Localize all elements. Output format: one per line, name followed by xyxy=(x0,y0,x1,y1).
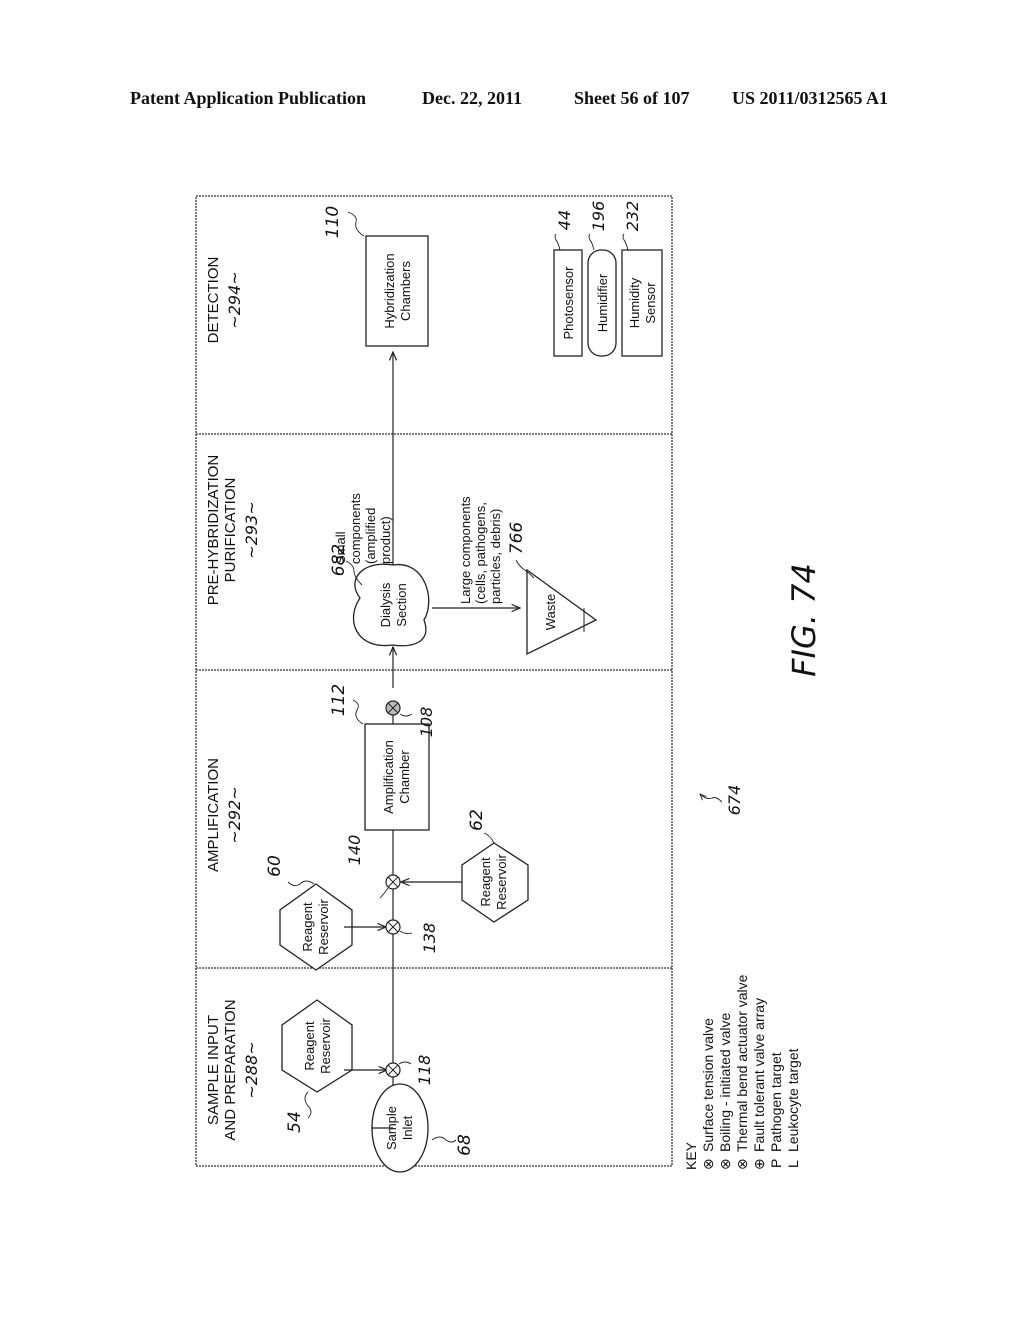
svg-text:Reservoir: Reservoir xyxy=(318,1018,333,1074)
svg-text:KEY: KEY xyxy=(683,1141,699,1170)
svg-text:Section: Section xyxy=(394,583,409,626)
svg-text:Large components: Large components xyxy=(458,496,473,604)
svg-text:Boiling - initiated valve: Boiling - initiated valve xyxy=(717,1012,733,1152)
svg-text:Photosensor: Photosensor xyxy=(561,266,576,340)
svg-text:Chambers: Chambers xyxy=(398,261,413,321)
svg-text:232: 232 xyxy=(623,201,642,232)
svg-text:DETECTION: DETECTION xyxy=(205,257,222,344)
key-item-fault-tolerant: ⊕ Fault tolerant valve array xyxy=(751,998,767,1170)
valve-138: 138 xyxy=(385,919,439,954)
svg-text:~294~: ~294~ xyxy=(225,271,244,328)
svg-text:Reagent: Reagent xyxy=(478,857,493,907)
svg-text:60: 60 xyxy=(265,855,285,877)
svg-text:118: 118 xyxy=(415,1055,434,1086)
svg-text:Fault tolerant valve array: Fault tolerant valve array xyxy=(751,998,767,1152)
svg-text:140: 140 xyxy=(345,835,364,866)
stage-amplification: AMPLIFICATION ~292~ xyxy=(205,758,244,872)
svg-text:Thermal bend actuator valve: Thermal bend actuator valve xyxy=(734,974,750,1152)
reagent-reservoir-54: Reagent Reservoir 54 xyxy=(281,999,353,1133)
photosensor: Photosensor 44 xyxy=(553,210,583,357)
humidifier: Humidifier 196 xyxy=(587,201,617,357)
hybridization-chambers: Hybridization Chambers 110 xyxy=(323,206,429,347)
svg-text:Humidifier: Humidifier xyxy=(595,273,610,332)
humidity-sensor: Humidity Sensor 232 xyxy=(621,201,663,357)
svg-text:Reservoir: Reservoir xyxy=(494,854,509,910)
key-item-pathogen-target: P Pathogen target xyxy=(768,1052,784,1168)
svg-text:⊗: ⊗ xyxy=(734,1158,750,1170)
svg-text:54: 54 xyxy=(285,1111,305,1133)
svg-text:PRE-HYBRIDIZATION: PRE-HYBRIDIZATION xyxy=(205,455,222,606)
svg-text:AMPLIFICATION: AMPLIFICATION xyxy=(205,758,222,872)
svg-text:196: 196 xyxy=(589,201,608,232)
svg-text:Chamber: Chamber xyxy=(397,750,412,804)
svg-text:110: 110 xyxy=(323,206,343,238)
svg-text:L: L xyxy=(785,1160,801,1168)
svg-text:(cells, pathogens,: (cells, pathogens, xyxy=(473,502,488,604)
svg-text:P: P xyxy=(768,1159,784,1168)
figure-ref-674: 674 xyxy=(700,785,744,816)
large-components-note: Large components (cells, pathogens, part… xyxy=(458,496,503,604)
stage-purification: PRE-HYBRIDIZATION PURIFICATION ~293~ xyxy=(205,455,261,606)
figure-74-diagram: SAMPLE INPUT AND PREPARATION ~288~ AMPLI… xyxy=(195,195,823,1173)
svg-text:Inlet: Inlet xyxy=(400,1115,415,1140)
valve-140: 140 xyxy=(345,835,401,899)
svg-text:44: 44 xyxy=(555,210,574,230)
svg-text:674: 674 xyxy=(725,785,744,816)
svg-text:Waste: Waste xyxy=(543,594,558,630)
svg-text:~292~: ~292~ xyxy=(225,786,244,843)
svg-text:⊗: ⊗ xyxy=(700,1158,716,1170)
amplification-chamber: Amplification Chamber 112 xyxy=(329,684,430,831)
svg-text:particles, debris): particles, debris) xyxy=(488,509,503,604)
svg-text:Dialysis: Dialysis xyxy=(378,582,393,627)
key-item-leukocyte-target: L Leukocyte target xyxy=(785,1048,801,1168)
small-components-note: Small components (amplified product) xyxy=(333,493,393,564)
svg-text:Reservoir: Reservoir xyxy=(316,899,331,955)
svg-text:Surface tension valve: Surface tension valve xyxy=(700,1018,716,1152)
svg-text:Reagent: Reagent xyxy=(300,902,315,952)
stage-detection: DETECTION ~294~ xyxy=(205,257,244,344)
svg-text:Humidity: Humidity xyxy=(627,277,642,328)
svg-text:Hybridization: Hybridization xyxy=(382,253,397,328)
waste: Waste 766 xyxy=(507,522,598,656)
svg-text:product): product) xyxy=(378,516,393,564)
stage-sample-input: SAMPLE INPUT AND PREPARATION ~288~ xyxy=(205,999,261,1140)
svg-text:⊕: ⊕ xyxy=(751,1158,767,1170)
svg-text:Small: Small xyxy=(333,531,348,564)
svg-text:~288~: ~288~ xyxy=(242,1041,261,1098)
key-item-thermal-bend: ⊗ Thermal bend actuator valve xyxy=(734,974,750,1170)
reagent-reservoir-62: Reagent Reservoir 62 xyxy=(461,809,529,923)
key-item-surface-tension: ⊗ Surface tension valve xyxy=(700,1018,716,1170)
svg-text:Pathogen target: Pathogen target xyxy=(768,1052,784,1152)
svg-text:⊗: ⊗ xyxy=(717,1158,733,1170)
svg-text:Amplification: Amplification xyxy=(381,740,396,814)
svg-text:766: 766 xyxy=(507,522,527,555)
svg-text:AND PREPARATION: AND PREPARATION xyxy=(222,999,239,1140)
svg-text:62: 62 xyxy=(467,809,487,831)
svg-text:68: 68 xyxy=(455,1134,475,1156)
svg-text:Sensor: Sensor xyxy=(643,282,658,324)
reagent-reservoir-60: Reagent Reservoir 60 xyxy=(265,855,353,971)
svg-text:PURIFICATION: PURIFICATION xyxy=(222,478,239,583)
svg-text:138: 138 xyxy=(420,923,439,954)
svg-text:Leukocyte target: Leukocyte target xyxy=(785,1048,801,1152)
key-legend: KEY ⊗ Surface tension valve ⊗ Boiling - … xyxy=(683,974,801,1170)
svg-text:108: 108 xyxy=(417,707,436,738)
key-item-boiling-initiated: ⊗ Boiling - initiated valve xyxy=(717,1012,733,1170)
svg-text:~293~: ~293~ xyxy=(242,501,261,558)
svg-text:SAMPLE INPUT: SAMPLE INPUT xyxy=(205,1015,222,1125)
figure-label: FIG. 74 xyxy=(785,563,823,677)
svg-text:112: 112 xyxy=(329,684,349,716)
svg-text:components: components xyxy=(348,493,363,564)
svg-text:Reagent: Reagent xyxy=(302,1021,317,1071)
svg-text:(amplified: (amplified xyxy=(363,508,378,564)
